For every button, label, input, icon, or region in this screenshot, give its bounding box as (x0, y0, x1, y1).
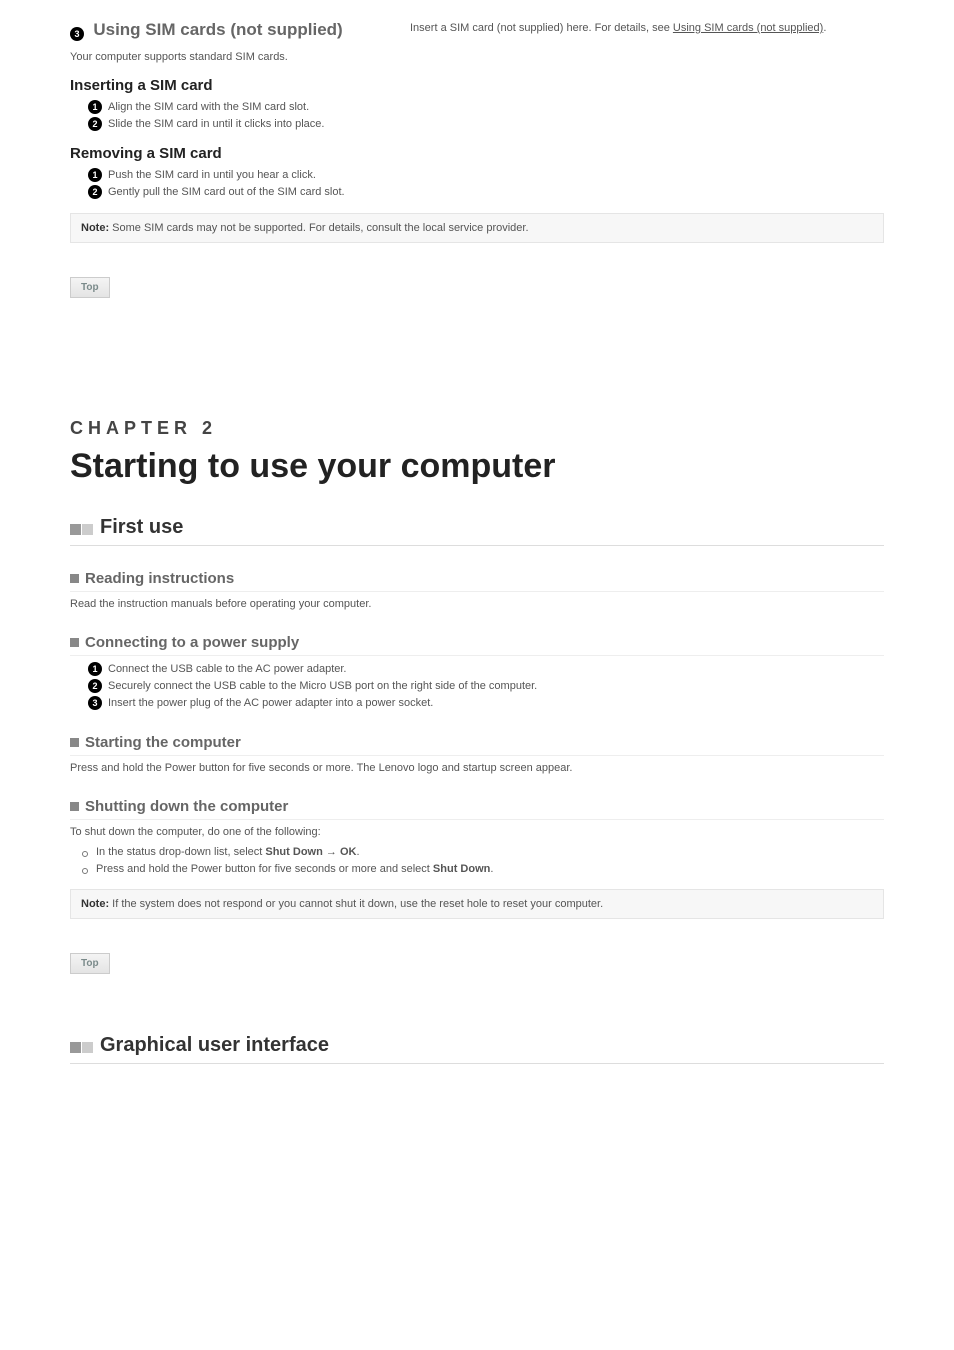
top-right-suffix: . (823, 22, 826, 34)
bullet-b1: Shut Down (265, 846, 322, 858)
step-badge: 1 (88, 100, 102, 114)
supports-text: Your computer supports standard SIM card… (70, 51, 884, 63)
shutting-text: To shut down the computer, do one of the… (70, 826, 884, 838)
step-badge: 1 (88, 662, 102, 676)
reading-heading: Reading instructions (70, 570, 884, 592)
reading-h-text: Reading instructions (85, 570, 234, 587)
starting-text: Press and hold the Power button for five… (70, 762, 884, 774)
starting-heading: Starting the computer (70, 734, 884, 756)
bullet-pre: Press and hold the Power button for five… (96, 863, 433, 875)
gui-heading: Graphical user interface (70, 1034, 884, 1064)
starting-h-text: Starting the computer (85, 734, 241, 751)
connecting-heading: Connecting to a power supply (70, 634, 884, 656)
top-right-prefix: Insert a SIM card (not supplied) here. F… (410, 22, 673, 34)
overlap-title: Using SIM cards (not supplied) (93, 20, 342, 39)
gui-text: Graphical user interface (100, 1034, 329, 1056)
step-badge: 2 (88, 117, 102, 131)
reading-text: Read the instruction manuals before oper… (70, 598, 884, 610)
list-item: Press and hold the Power button for five… (96, 863, 884, 875)
note-text: Some SIM cards may not be supported. For… (109, 222, 528, 234)
bullet-post: . (490, 863, 493, 875)
remove-steps: 1 Push the SIM card in until you hear a c… (70, 168, 884, 199)
step-badge: 1 (88, 168, 102, 182)
list-item: 2 Securely connect the USB cable to the M… (88, 679, 884, 693)
top-button[interactable]: Top (70, 277, 110, 298)
step-text: Insert the power plug of the AC power ad… (108, 697, 433, 709)
bullet-pre: In the status drop-down list, select (96, 846, 265, 858)
step-text: Connect the USB cable to the AC power ad… (108, 663, 346, 675)
list-item: 3 Insert the power plug of the AC power a… (88, 696, 884, 710)
list-item: In the status drop-down list, select Shu… (96, 846, 884, 858)
top-right-text: Insert a SIM card (not supplied) here. F… (410, 22, 826, 34)
bullet-icon (70, 638, 79, 647)
connecting-h-text: Connecting to a power supply (85, 634, 299, 651)
step-badge: 2 (88, 679, 102, 693)
step-text: Push the SIM card in until you hear a cl… (108, 169, 316, 181)
section-icon (70, 518, 94, 541)
shutdown-options: In the status drop-down list, select Shu… (96, 846, 884, 875)
list-item: 2 Gently pull the SIM card out of the SIM… (88, 185, 884, 199)
list-item: 2 Slide the SIM card in until it clicks i… (88, 117, 884, 131)
first-use-heading: First use (70, 516, 884, 546)
bullet-icon (70, 738, 79, 747)
shutting-h-text: Shutting down the computer (85, 798, 288, 815)
connecting-steps: 1 Connect the USB cable to the AC power a… (70, 662, 884, 710)
bullet-icon (70, 802, 79, 811)
step-badge-3: 3 (70, 27, 84, 41)
step-text: Align the SIM card with the SIM card slo… (108, 101, 309, 113)
step-badge: 3 (88, 696, 102, 710)
bullet-b1: Shut Down (433, 863, 490, 875)
sim-link[interactable]: Using SIM cards (not supplied) (673, 22, 823, 34)
list-item: 1 Connect the USB cable to the AC power a… (88, 662, 884, 676)
list-item: 1 Align the SIM card with the SIM card sl… (88, 100, 884, 114)
step-text: Slide the SIM card in until it clicks in… (108, 118, 324, 130)
note-label: Note: (81, 898, 109, 910)
inserting-heading: Inserting a SIM card (70, 77, 884, 94)
shutting-heading: Shutting down the computer (70, 798, 884, 820)
bullet-icon (70, 574, 79, 583)
bullet-post: . (356, 846, 359, 858)
note-text: If the system does not respond or you ca… (109, 898, 603, 910)
bullet-b2: OK (340, 846, 357, 858)
note-box-reset: Note: If the system does not respond or … (70, 889, 884, 919)
chapter-title: Starting to use your computer (70, 447, 884, 486)
top-button[interactable]: Top (70, 953, 110, 974)
list-item: 1 Push the SIM card in until you hear a c… (88, 168, 884, 182)
top-row: 3 Using SIM cards (not supplied) Insert … (70, 20, 884, 41)
bullet-mid: → (323, 846, 340, 858)
removing-heading: Removing a SIM card (70, 145, 884, 162)
chapter-label: CHAPTER 2 (70, 418, 884, 439)
step-badge: 2 (88, 185, 102, 199)
first-use-text: First use (100, 516, 183, 538)
note-label: Note: (81, 222, 109, 234)
step-text: Gently pull the SIM card out of the SIM … (108, 186, 345, 198)
insert-steps: 1 Align the SIM card with the SIM card sl… (70, 100, 884, 131)
step-text: Securely connect the USB cable to the Mi… (108, 680, 537, 692)
note-box-sim: Note: Some SIM cards may not be supporte… (70, 213, 884, 243)
section-icon (70, 1036, 94, 1059)
